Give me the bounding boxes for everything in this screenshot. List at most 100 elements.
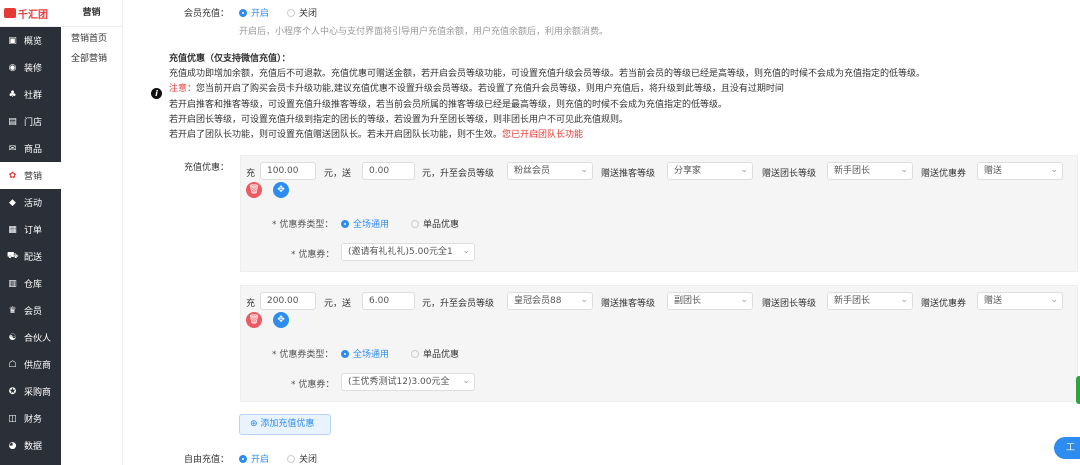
promo-info-note: 注意：您当前开启了购买会员卡升级功能,建议充值优惠不设置升级会员等级。若设置了充… bbox=[169, 84, 784, 94]
referrer-text: 赠送推客等级 bbox=[601, 299, 656, 309]
coupon-gift-select[interactable]: 赠送 bbox=[977, 292, 1063, 310]
sidebar-item-delivery[interactable]: ⛟ 配送 bbox=[0, 243, 61, 270]
sidebar-item-label: 合伙人 bbox=[24, 334, 52, 344]
sidebar-item-order[interactable]: ▦ 订单 bbox=[0, 216, 61, 243]
promo-info-line3: 若开启推客和推客等级，可设置充值升级推客等级，若当前会员所属的推客等级已经是最高… bbox=[169, 100, 728, 110]
subnav-title: 营销 bbox=[61, 0, 122, 27]
sidebar-item-label: 采购商 bbox=[24, 388, 52, 398]
promo-info-title: 充值优惠（仅支持微信充值）： bbox=[169, 54, 291, 64]
sidebar-item-marketing[interactable]: ✿ 营销 bbox=[0, 162, 61, 189]
coupon-type-single[interactable]: 单品优惠 bbox=[411, 347, 459, 360]
amount-input[interactable]: 100.00 bbox=[260, 162, 316, 180]
sidebar-item-finance[interactable]: ◫ 财务 bbox=[0, 405, 61, 432]
sidebar-item-decorate[interactable]: ◉ 装修 bbox=[0, 54, 61, 81]
radio-off-icon bbox=[411, 220, 419, 228]
partner-icon: ☯ bbox=[8, 332, 17, 343]
bonus-input[interactable]: 0.00 bbox=[362, 162, 415, 180]
promo-info-line1: 充值成功即增加余额，充值后不可退款。充值优惠可赠送金额，若开启会员等级功能，可设… bbox=[169, 69, 926, 79]
charge-text: 充 bbox=[246, 299, 256, 309]
goods-icon: ✉ bbox=[8, 143, 17, 154]
referrer-level-select[interactable]: 副团长 bbox=[667, 292, 753, 310]
member-level-select[interactable]: 皇冠会员88 bbox=[507, 292, 593, 310]
free-recharge-off[interactable]: 关闭 bbox=[287, 452, 317, 465]
warehouse-icon: ▥ bbox=[8, 278, 17, 289]
coupon-type-label: * 优惠券类型： bbox=[272, 350, 334, 360]
member-icon: ♛ bbox=[8, 305, 17, 316]
member-recharge-off[interactable]: 关闭 bbox=[287, 6, 317, 19]
sidebar-item-label: 商品 bbox=[24, 145, 43, 155]
delete-icon[interactable]: 🗑 bbox=[246, 182, 262, 198]
coupon-type-all[interactable]: 全场通用 bbox=[341, 347, 389, 360]
move-icon[interactable]: ✥ bbox=[273, 182, 289, 198]
upgrade-text: 元，升至会员等级 bbox=[422, 299, 495, 309]
subnav-item-home[interactable]: 营销首页 bbox=[61, 27, 122, 47]
promo-info-line5: 若开启了团队长功能，则可设置充值赠送团队长。若未开启团队长功能，则不生效。您已开… bbox=[169, 130, 584, 140]
coupon-gift-text: 赠送优惠券 bbox=[921, 299, 967, 309]
store-icon: ▤ bbox=[8, 116, 17, 127]
coupon-type-label: * 优惠券类型： bbox=[272, 220, 334, 230]
coupon-type-single[interactable]: 单品优惠 bbox=[411, 217, 459, 230]
sidebar-item-label: 概览 bbox=[24, 37, 43, 47]
amount-input[interactable]: 200.00 bbox=[260, 292, 316, 310]
coupon-label: * 优惠券： bbox=[291, 380, 335, 390]
sidebar-item-member[interactable]: ♛ 会员 bbox=[0, 297, 61, 324]
sidebar-item-label: 活动 bbox=[24, 199, 43, 209]
leader-text: 赠送团长等级 bbox=[762, 169, 817, 179]
sidebar-item-warehouse[interactable]: ▥ 仓库 bbox=[0, 270, 61, 297]
side-tab[interactable] bbox=[1076, 376, 1080, 404]
promo-label: 充值优惠： bbox=[184, 163, 230, 173]
free-recharge-on[interactable]: 开启 bbox=[239, 452, 269, 465]
leader-text: 赠送团长等级 bbox=[762, 299, 817, 309]
data-icon: ◕ bbox=[8, 440, 17, 451]
coupon-type-all[interactable]: 全场通用 bbox=[341, 217, 389, 230]
coupon-gift-select[interactable]: 赠送 bbox=[977, 162, 1063, 180]
coupon-label: * 优惠券： bbox=[291, 250, 335, 260]
overview-icon: ▣ bbox=[8, 35, 17, 46]
coupon-select[interactable]: (王优秀测试12)3.00元全 bbox=[341, 373, 475, 391]
promo-info-line4: 若开启团长等级，可设置充值升级到指定的团长的等级，若设置为升至团长等级，则非团长… bbox=[169, 115, 629, 125]
free-recharge-label: 自由充值： bbox=[184, 455, 230, 465]
member-recharge-on[interactable]: 开启 bbox=[239, 6, 269, 19]
leader-level-select[interactable]: 新手团长 bbox=[827, 292, 913, 310]
sidebar-item-purchaser[interactable]: ✪ 采购商 bbox=[0, 378, 61, 405]
referrer-level-select[interactable]: 分享家 bbox=[667, 162, 753, 180]
sidebar-item-activity[interactable]: ◆ 活动 bbox=[0, 189, 61, 216]
plus-icon: ⊕ bbox=[250, 419, 261, 429]
info-icon: i bbox=[151, 88, 162, 99]
member-level-select[interactable]: 粉丝会员 bbox=[507, 162, 593, 180]
sidebar-item-data[interactable]: ◕ 数据 bbox=[0, 432, 61, 459]
sidebar-item-supplier[interactable]: ☖ 供应商 bbox=[0, 351, 61, 378]
radio-off-icon bbox=[287, 455, 295, 463]
finance-icon: ◫ bbox=[8, 413, 17, 424]
float-tool-button[interactable]: 工 bbox=[1054, 437, 1080, 459]
supplier-icon: ☖ bbox=[8, 359, 17, 370]
sidebar-item-label: 营销 bbox=[24, 172, 43, 182]
radio-on-icon bbox=[239, 9, 247, 17]
coupon-select[interactable]: (邀请有礼礼礼)5.00元全1 bbox=[341, 243, 475, 261]
sidebar-item-goods[interactable]: ✉ 商品 bbox=[0, 135, 61, 162]
delete-icon[interactable]: 🗑 bbox=[246, 312, 262, 328]
order-icon: ▦ bbox=[8, 224, 17, 235]
radio-on-icon bbox=[341, 350, 349, 358]
radio-off-icon bbox=[287, 9, 295, 17]
member-recharge-hint: 开启后，小程序个人中心与支付界面将引导用户充值余额，用户充值余额后，利用余额消费… bbox=[239, 27, 609, 37]
subnav-item-all[interactable]: 全部营销 bbox=[61, 47, 122, 67]
marketing-icon: ✿ bbox=[8, 170, 17, 181]
sidebar-item-partner[interactable]: ☯ 合伙人 bbox=[0, 324, 61, 351]
sidebar-item-store[interactable]: ▤ 门店 bbox=[0, 108, 61, 135]
bonus-input[interactable]: 6.00 bbox=[362, 292, 415, 310]
main-content: 会员充值： 开启 关闭 开启后，小程序个人中心与支付界面将引导用户充值余额，用户… bbox=[131, 0, 1080, 465]
logo-icon bbox=[4, 8, 16, 18]
sidebar-item-overview[interactable]: ▣ 概览 bbox=[0, 27, 61, 54]
sidebar-item-label: 装修 bbox=[24, 64, 43, 74]
sidebar-item-label: 订单 bbox=[24, 226, 43, 236]
sidebar-item-community[interactable]: ♣ 社群 bbox=[0, 81, 61, 108]
move-icon[interactable]: ✥ bbox=[273, 312, 289, 328]
add-recharge-promo-button[interactable]: ⊕ 添加充值优惠 bbox=[239, 414, 331, 435]
coupon-gift-text: 赠送优惠券 bbox=[921, 169, 967, 179]
leader-level-select[interactable]: 新手团长 bbox=[827, 162, 913, 180]
radio-on-icon bbox=[239, 455, 247, 463]
send-text: 元，送 bbox=[324, 299, 352, 309]
sidebar-item-label: 财务 bbox=[24, 415, 43, 425]
logo[interactable]: 千汇团 bbox=[0, 0, 61, 27]
